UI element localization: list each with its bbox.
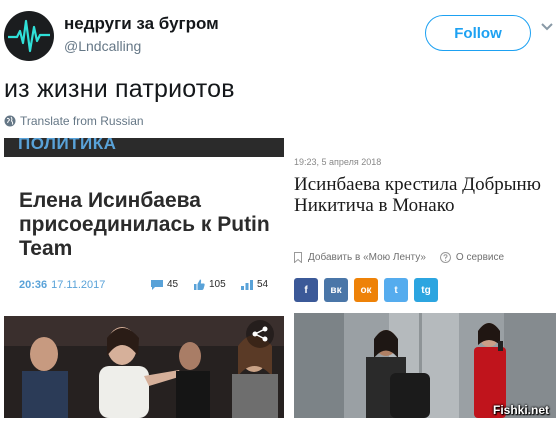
share-bars-icon xyxy=(241,279,253,290)
watermark: Fishki.net xyxy=(493,403,550,417)
facebook-icon: f xyxy=(304,284,308,296)
follow-button[interactable]: Follow xyxy=(425,15,531,51)
bookmark-icon xyxy=(294,252,302,263)
comment-icon xyxy=(151,279,163,290)
likes-count: 105 xyxy=(209,279,226,290)
add-to-feed-link[interactable]: Добавить в «Мою Ленту» xyxy=(308,252,426,263)
question-icon xyxy=(439,252,451,263)
translate-label: Translate from Russian xyxy=(20,114,144,128)
comments-stat: 45 xyxy=(151,279,178,290)
translate-link[interactable]: Translate from Russian xyxy=(4,114,144,128)
comments-count: 45 xyxy=(167,279,179,290)
about-service-link[interactable]: О сервисе xyxy=(456,252,504,263)
odnoklassniki-icon: ок xyxy=(360,284,372,296)
left-article-time: 20:36 xyxy=(19,279,48,291)
right-article-datetime: 19:23, 5 апреля 2018 xyxy=(294,157,382,167)
social-buttons: f вк ок t tg xyxy=(294,278,444,302)
section-bar: ПОЛИТИКА xyxy=(4,138,284,157)
odnoklassniki-button[interactable]: ок xyxy=(354,278,378,302)
right-article: 19:23, 5 апреля 2018 Исинбаева крестила … xyxy=(290,150,556,420)
pulse-logo-icon xyxy=(8,19,50,53)
author-handle[interactable]: @Lndcalling xyxy=(64,38,141,54)
right-article-actions: Добавить в «Мою Ленту» О сервисе xyxy=(294,252,504,263)
chevron-down-icon[interactable] xyxy=(540,20,554,34)
follow-label: Follow xyxy=(454,24,502,42)
tweet-text: из жизни патриотов xyxy=(4,75,235,103)
party-photo-image xyxy=(4,316,284,418)
left-article-datetime: 20:36 17.11.2017 xyxy=(19,279,105,291)
globe-icon xyxy=(4,115,16,127)
right-article-title: Исинбаева крестила Добрыню Никитича в Мо… xyxy=(294,174,541,216)
vk-button[interactable]: вк xyxy=(324,278,348,302)
likes-stat: 105 xyxy=(194,279,226,290)
author-name[interactable]: недруги за бугром xyxy=(64,14,219,34)
twitter-icon: t xyxy=(394,284,398,296)
facebook-button[interactable]: f xyxy=(294,278,318,302)
section-label: ПОЛИТИКА xyxy=(18,138,117,153)
left-article-title: Елена Исинбаева присоединилась к Putin T… xyxy=(19,189,270,260)
left-article-photo xyxy=(4,316,284,418)
vk-icon: вк xyxy=(330,284,342,296)
thumbs-up-icon xyxy=(194,279,205,290)
telegram-button[interactable]: tg xyxy=(414,278,438,302)
twitter-button[interactable]: t xyxy=(384,278,408,302)
avatar[interactable] xyxy=(4,11,54,61)
shares-count: 54 xyxy=(257,279,269,290)
telegram-icon: tg xyxy=(421,284,431,296)
left-article: ПОЛИТИКА Елена Исинбаева присоединилась … xyxy=(4,138,284,418)
shares-stat: 54 xyxy=(241,279,268,290)
left-article-date: 17.11.2017 xyxy=(51,279,106,291)
